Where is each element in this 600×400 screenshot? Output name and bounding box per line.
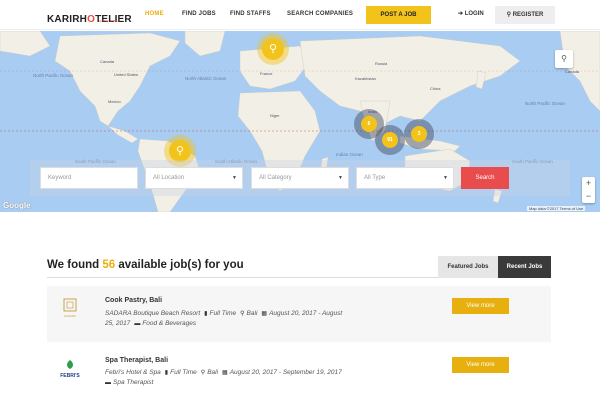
chevron-down-icon: ▼	[443, 175, 448, 181]
map-search-icon[interactable]: ⚲	[555, 50, 573, 68]
folder-icon: ▬	[134, 321, 141, 327]
chevron-down-icon: ▼	[338, 175, 343, 181]
view-more-button[interactable]: View more	[452, 357, 509, 373]
google-logo: Google	[3, 201, 31, 210]
calendar-icon: ▦	[261, 311, 268, 317]
post-job-button[interactable]: POST A JOB	[366, 6, 431, 24]
bookmark-icon: ▮	[204, 311, 208, 317]
results-count: 56	[102, 259, 116, 271]
map-cluster[interactable]: 91	[375, 125, 405, 155]
folder-icon: ▬	[105, 380, 111, 386]
map-pin-icon: ⚲	[240, 311, 245, 317]
nav-find-jobs[interactable]: FIND JOBS	[182, 11, 216, 17]
bookmark-icon: ▮	[164, 370, 169, 376]
register-button[interactable]: ⚲ REGISTER	[495, 6, 555, 24]
company-logo: SADARA	[59, 297, 81, 321]
company-logo: FEBRI'S	[59, 358, 81, 382]
keyword-input[interactable]: Keyword	[40, 167, 138, 189]
login-icon: ➔	[458, 11, 464, 17]
job-title[interactable]: Cook Pastry, Bali	[105, 297, 162, 304]
country-label: Mexico	[108, 99, 121, 104]
key-icon: ⚲	[506, 12, 512, 18]
country-label: United States	[114, 72, 139, 77]
zoom-control: + −	[582, 177, 595, 203]
logo-accent-o: O	[87, 14, 96, 25]
heading-divider	[47, 277, 438, 278]
ocean-label: North Atlantic Ocean	[185, 76, 227, 81]
country-label: France	[260, 71, 273, 76]
svg-text:FEBRI'S: FEBRI'S	[60, 373, 80, 379]
country-label: Niger	[270, 113, 280, 118]
chevron-down-icon: ▼	[232, 175, 237, 181]
nav-home[interactable]: HOME	[145, 11, 164, 17]
type-select[interactable]: All Type ▼	[356, 167, 454, 189]
login-button[interactable]: ➔ LOGIN	[458, 10, 484, 17]
country-label: Kazakhstan	[355, 76, 376, 81]
calendar-icon: ▦	[222, 370, 228, 376]
location-pin-icon: ⚲	[262, 38, 284, 60]
ocean-label: North Pacific Ocean	[33, 73, 74, 78]
country-label: Russia	[375, 61, 388, 66]
job-meta-line2: 25, 2017 ▬ Food & Beverages	[105, 320, 197, 327]
site-logo[interactable]: KARIRHOTELIER HOTEL JOBS	[47, 9, 132, 25]
country-label: Canada	[565, 69, 580, 74]
country-label: Canada	[100, 59, 115, 64]
nav-search-companies[interactable]: SEARCH COMPANIES	[287, 11, 353, 17]
location-pin-icon: ⚲	[169, 140, 191, 162]
search-button[interactable]: Search	[461, 167, 509, 189]
job-listing[interactable]: FEBRI'S Spa Therapist, Bali Febri's Hote…	[47, 348, 551, 400]
zoom-in-button[interactable]: +	[582, 177, 595, 190]
tab-recent-jobs[interactable]: Recent Jobs	[498, 256, 551, 278]
category-select[interactable]: All Category ▼	[251, 167, 349, 189]
job-listing[interactable]: SADARA Cook Pastry, Bali SADARA Boutique…	[47, 286, 551, 342]
job-title[interactable]: Spa Therapist, Bali	[105, 357, 168, 364]
map-marker-europe[interactable]: ⚲	[257, 33, 289, 65]
map-credit[interactable]: Map data ©2017 Terms of Use	[527, 206, 586, 211]
country-label: China	[430, 86, 441, 91]
map-pin-icon: ⚲	[200, 370, 206, 376]
zoom-out-button[interactable]: −	[582, 190, 595, 203]
map-cluster[interactable]: 3	[404, 119, 434, 149]
results-heading: We found 56 available job(s) for you	[47, 259, 244, 271]
location-select[interactable]: All Location ▼	[145, 167, 243, 189]
job-meta-line2: ▬ Spa Therapist	[105, 379, 154, 386]
ocean-label: Indian Ocean	[336, 152, 363, 157]
logo-tagline: HOTEL JOBS	[99, 19, 118, 23]
tab-featured-jobs[interactable]: Featured Jobs	[438, 256, 498, 278]
ocean-label: North Pacific Ocean	[525, 101, 566, 106]
nav-find-staffs[interactable]: FIND STAFFS	[230, 11, 271, 17]
site-header: KARIRHOTELIER HOTEL JOBS HOME FIND JOBS …	[0, 0, 600, 30]
view-more-button[interactable]: View more	[452, 298, 509, 314]
